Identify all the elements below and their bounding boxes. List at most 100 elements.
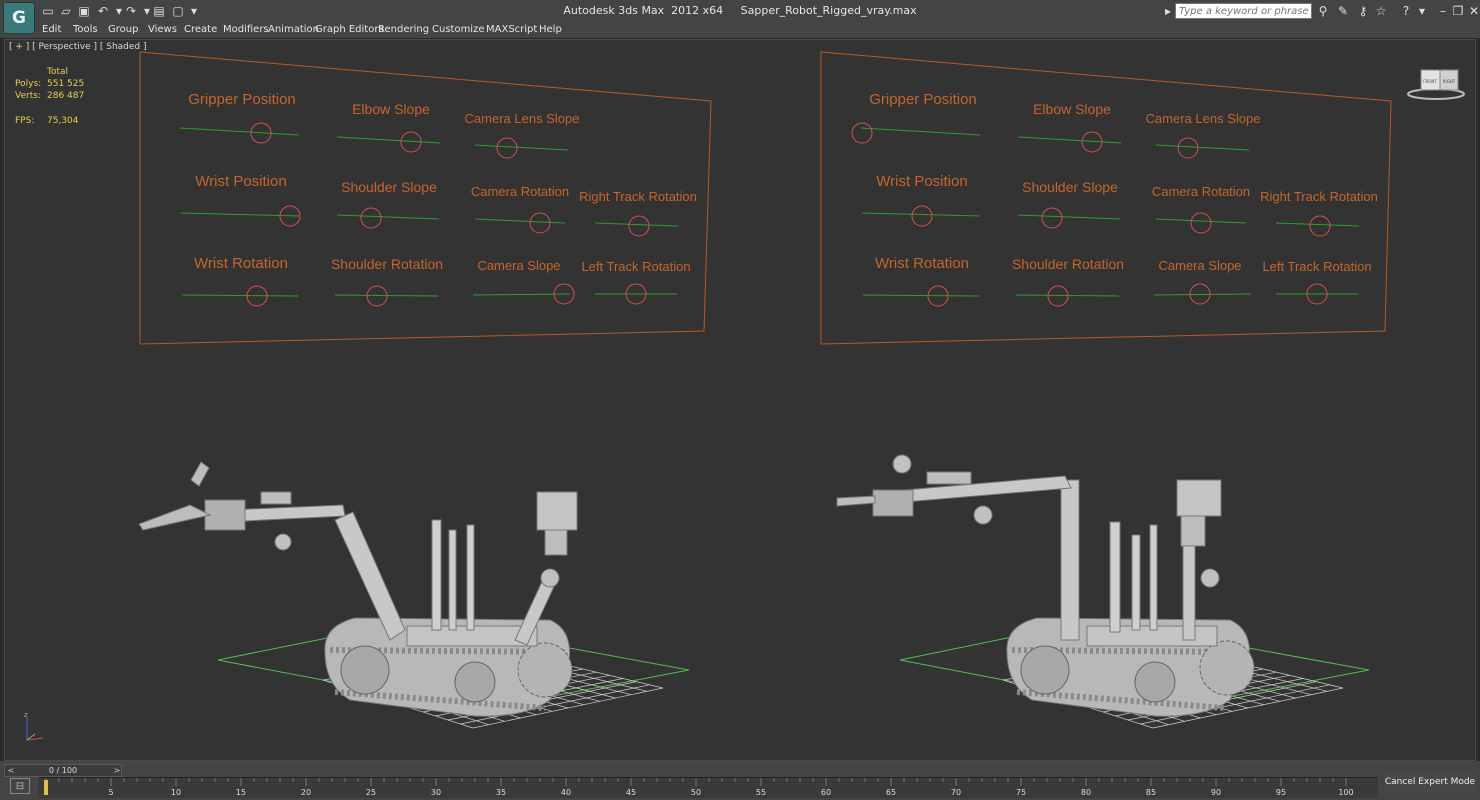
frame-counter: 0 / 100: [48, 766, 78, 775]
slider-handle[interactable]: [1177, 137, 1199, 159]
control-label: Elbow Slope: [352, 101, 430, 117]
menu-customize[interactable]: Customize: [432, 23, 485, 37]
slider-handle[interactable]: [1309, 215, 1331, 237]
menu-create[interactable]: Create: [184, 23, 217, 37]
control-label: Elbow Slope: [1033, 101, 1111, 117]
slider-handle[interactable]: [911, 205, 933, 227]
control-panel-left[interactable]: Gripper Position Elbow Slope Camera Lens S…: [139, 51, 712, 345]
slider-handle[interactable]: [360, 207, 382, 229]
timeline-tick-label: 95: [1276, 788, 1286, 797]
control-label: Left Track Rotation: [1262, 259, 1371, 274]
slider-handle[interactable]: [1047, 285, 1069, 307]
slider-track: [181, 294, 299, 297]
slider-track: [1017, 214, 1121, 220]
slider-track: [1017, 136, 1122, 144]
menu-tools[interactable]: Tools: [73, 23, 98, 37]
timeline-bar: < 0 / 100 > ⊟ 5 10 15 20 25 30 35 40 45 50 55 60 65 7…: [0, 761, 1480, 800]
current-frame-marker[interactable]: [44, 780, 48, 795]
control-label: Right Track Rotation: [579, 189, 697, 204]
restore-window-icon[interactable]: ❐: [1450, 3, 1466, 19]
timeline-tick-label: 30: [431, 788, 441, 797]
slider-track: [474, 218, 566, 224]
timeline-tick-label: 75: [1016, 788, 1026, 797]
timeline-tick-label: 45: [626, 788, 636, 797]
timeline-tick-label: 40: [561, 788, 571, 797]
timeline-tick-label: 100: [1338, 788, 1353, 797]
menu-edit[interactable]: Edit: [42, 23, 61, 37]
mini-curve-editor-icon[interactable]: ⊟: [10, 778, 30, 794]
favorites-star-icon[interactable]: ☆: [1373, 3, 1389, 19]
slider-handle[interactable]: [628, 215, 650, 237]
next-frame-button[interactable]: >: [112, 765, 122, 776]
viewcube-front-text: FRONT: [1423, 79, 1437, 84]
cancel-expert-mode-button[interactable]: Cancel Expert Mode: [1384, 772, 1476, 792]
slider-handle[interactable]: [1041, 207, 1063, 229]
binoculars-icon[interactable]: ⚲: [1315, 3, 1331, 19]
timeline-tick-label: 65: [886, 788, 896, 797]
minimize-window-icon[interactable]: –: [1435, 3, 1451, 19]
expand-arrow-icon[interactable]: ▸: [1163, 3, 1173, 19]
control-label: Camera Lens Slope: [465, 111, 580, 126]
tools-icon[interactable]: ✎: [1335, 3, 1351, 19]
timeline-tick-label: 15: [236, 788, 246, 797]
timeline-tick-label: 50: [691, 788, 701, 797]
control-label: Wrist Position: [876, 173, 967, 190]
menu-rendering[interactable]: Rendering: [378, 23, 429, 37]
menu-graph-editors[interactable]: Graph Editors: [315, 23, 384, 37]
slider-track: [336, 214, 440, 220]
slider-handle[interactable]: [496, 137, 518, 159]
timeline-tick-label: 35: [496, 788, 506, 797]
search-input[interactable]: Type a keyword or phrase: [1175, 3, 1312, 19]
viewcube-right-text: RIGHT: [1443, 79, 1456, 84]
slider-track: [1275, 222, 1360, 227]
svg-text:z: z: [24, 711, 28, 719]
slider-handle[interactable]: [529, 212, 551, 234]
control-label: Gripper Position: [188, 91, 296, 108]
slider-track: [1155, 218, 1247, 224]
control-label: Shoulder Rotation: [331, 256, 443, 272]
menu-modifiers[interactable]: Modifiers: [223, 23, 269, 37]
control-label: Gripper Position: [869, 91, 977, 108]
key-icon[interactable]: ⚷: [1355, 3, 1371, 19]
menu-group[interactable]: Group: [108, 23, 138, 37]
close-window-icon[interactable]: ✕: [1466, 3, 1480, 19]
viewcube-icon[interactable]: FRONT RIGHT: [1407, 69, 1465, 100]
control-label: Right Track Rotation: [1260, 189, 1378, 204]
menu-help[interactable]: Help: [539, 23, 562, 37]
track-bar[interactable]: 5 10 15 20 25 30 35 40 45 50 55 60 65 70 75 80 85 90 95 100: [38, 777, 1378, 798]
timeline-tick-label: 10: [171, 788, 181, 797]
slider-track: [474, 144, 569, 151]
slider-track: [861, 212, 981, 217]
control-label: Left Track Rotation: [581, 259, 690, 274]
help-dropdown-icon[interactable]: ▾: [1414, 3, 1430, 19]
scene-canvas[interactable]: Gripper Position Elbow Slope Camera Lens S…: [5, 40, 1476, 761]
timeline-tick-label: 70: [951, 788, 961, 797]
slider-track: [594, 222, 679, 227]
control-label: Camera Slope: [1158, 258, 1241, 273]
app-logo-icon[interactable]: G: [3, 2, 35, 34]
timeline-tick-label: 85: [1146, 788, 1156, 797]
help-icon[interactable]: ?: [1398, 3, 1414, 19]
slider-handle[interactable]: [851, 122, 873, 144]
control-panel-right[interactable]: Gripper Position Elbow Slope Camera Lens S…: [820, 51, 1392, 345]
control-label: Shoulder Slope: [1022, 179, 1118, 195]
timeline-tick-label: 90: [1211, 788, 1221, 797]
control-label: Wrist Rotation: [875, 255, 969, 272]
control-label: Camera Rotation: [471, 184, 569, 199]
slider-handle[interactable]: [366, 285, 388, 307]
menu-animation[interactable]: Animation: [268, 23, 319, 37]
control-label: Shoulder Slope: [341, 179, 437, 195]
timeline-tick-label: 20: [301, 788, 311, 797]
title-bar: G ▭ ▱ ▣ ↶ ▾ ↷ ▾ ▤ ▢ ▾ Autodesk 3ds Max 2012 x64 S…: [0, 0, 1480, 34]
menu-views[interactable]: Views: [148, 23, 177, 37]
control-label: Camera Slope: [477, 258, 560, 273]
timeline-tick-label: 60: [821, 788, 831, 797]
time-slider[interactable]: < 0 / 100: [4, 764, 122, 777]
robot-model-left[interactable]: [138, 461, 690, 729]
slider-handle[interactable]: [1190, 212, 1212, 234]
robot-model-right[interactable]: [836, 454, 1370, 729]
menu-maxscript[interactable]: MAXScript: [486, 23, 537, 37]
timeline-tick-label: 5: [108, 788, 113, 797]
perspective-viewport[interactable]: [ + ] [ Perspective ] [ Shaded ] Total P…: [4, 39, 1476, 761]
control-label: Shoulder Rotation: [1012, 256, 1124, 272]
